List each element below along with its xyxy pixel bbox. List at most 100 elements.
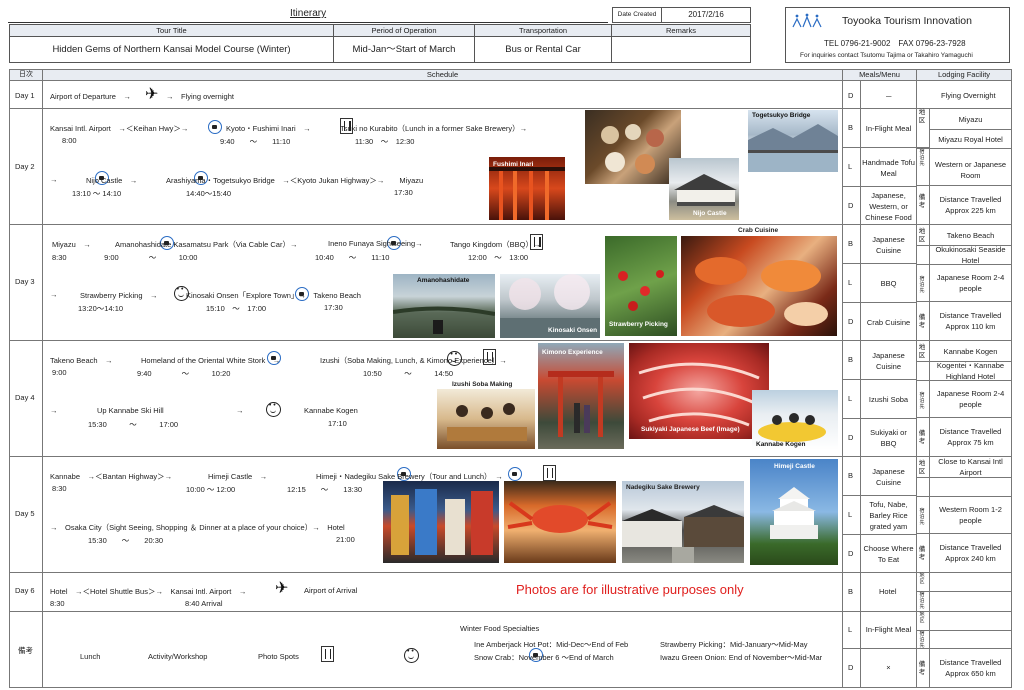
lodging-tag: 宿泊先	[916, 630, 930, 649]
photo-caption: Kinosaki Onsen	[548, 327, 598, 334]
lodging-tag: 地区	[916, 611, 930, 631]
lodging-tag: 地区	[916, 340, 930, 362]
day3-time2a: 13:20～14:10	[78, 304, 124, 313]
photo-strawberry-picking: Strawberry Picking	[605, 236, 677, 336]
sched-frame-day1	[42, 80, 843, 109]
period-value: Mid-Jan～Start of March	[333, 36, 475, 63]
day5-time2a: 15:30 ～ 20:30	[88, 536, 164, 545]
legend-lunch: Lunch	[80, 652, 101, 661]
day2-label: Day 2	[15, 162, 35, 171]
lodging-tag-area: 地区	[916, 108, 930, 148]
photo-amanohashidate: Amanohashidate	[393, 274, 495, 338]
day2-time2c: 17:30	[394, 188, 413, 197]
meal-text: In-Flight Meal	[865, 124, 912, 133]
day4-line1b: Homeland of the Oriental White Stork →	[141, 356, 281, 365]
lodging-text: Japanese Room 2-4 people	[936, 273, 1005, 293]
lodging-area: Close to Kansai Intl Airport	[929, 456, 1012, 478]
day5-line1b: Himeji Castle →	[208, 472, 268, 481]
lodging-tag: 地区	[916, 456, 930, 478]
food-item-1: Ine Amberjack Hot Pot：Mid-Dec～End of Feb	[474, 640, 629, 649]
lodging-empty	[929, 572, 1012, 592]
lodging-note: Distance Travelled Approx 75 km	[929, 417, 1012, 457]
meal-cell: Japanese Cuisine	[860, 456, 917, 496]
lodging-text: Distance Travelled Approx 650 km	[939, 658, 1002, 678]
day4-time1a: 9:00	[52, 368, 67, 377]
photo-sukiyaki-beef: Sukiyaki Japanese Beef (Image)	[629, 343, 769, 439]
meal-cell: Tofu, Nabe, Barley Rice grated yam	[860, 495, 917, 535]
lodging-tag: 備考	[916, 648, 930, 688]
lodging-tag: 地区	[916, 224, 930, 246]
meal-text: In-Flight Meal	[865, 625, 912, 634]
legend-photo: Photo Spots	[258, 652, 299, 661]
photo-caption: Kannabe Kogen	[756, 441, 806, 448]
photo-caption: Togetsukyo Bridge	[752, 112, 811, 119]
day2-line2b: Nijo Castle →	[86, 176, 138, 185]
day1-depart: Airport of Departure →	[50, 92, 131, 101]
meal-code: D	[848, 317, 854, 326]
day3-line2b: Strawberry Picking →	[80, 291, 158, 300]
meal-text: Japanese, Western, or Chinese Food	[865, 190, 912, 222]
day3-line1a: Miyazu →	[52, 240, 91, 249]
photo-caption: Strawberry Picking	[609, 321, 668, 328]
photo-crab-cuisine	[681, 236, 837, 336]
day4-label: Day 4	[15, 393, 35, 402]
lodging-hotel: Kogentei・Kannabe Highland Hotel	[929, 361, 1012, 381]
lodging-hotel-day2: Miyazu Royal Hotel	[929, 129, 1012, 149]
day5-time1a: 8:30	[52, 484, 67, 493]
company-box: Toyooka Tourism Innovation TEL 0796-21-9…	[785, 7, 1010, 63]
meal-code: L	[848, 510, 853, 519]
meal-text: B	[848, 587, 854, 596]
lodging-tag: 備考	[916, 301, 930, 341]
lodging-note-day2: Distance Travelled Approx 225 km	[929, 185, 1012, 225]
lodging-room: Western Room 1-2 people	[929, 496, 1012, 534]
meal-code-cell: B	[842, 224, 861, 264]
meal-cell: ×	[860, 648, 917, 688]
meal-code: D	[848, 549, 854, 558]
day3-line1b: Amanohashidate Kasamatsu Park（Via Cable …	[115, 240, 298, 249]
day4-line1c: Izushi（Soba Making, Lunch, & Kimono Expe…	[320, 356, 507, 365]
meal-text: Japanese Cuisine	[872, 234, 905, 255]
day5-line1a: Kannabe →＜Bantan Highway＞→	[50, 472, 173, 481]
meal-cell: In-Flight Meal	[860, 108, 917, 148]
meal-cell: Sukiyaki or BBQ	[860, 418, 917, 457]
lodging-room: Japanese Room 2-4 people	[929, 264, 1012, 302]
day2-time1c: 11:30 ～ 12:30	[355, 137, 415, 146]
lodging-text: Japanese Room 2-4 people	[936, 389, 1005, 409]
photo-osaka-dotonbori	[383, 481, 499, 563]
day2-time2b: 14:40～15:40	[186, 189, 232, 198]
lodging-empty	[929, 591, 1012, 612]
day4-line2d: Kannabe Kogen	[304, 406, 358, 415]
day4-line1a: Takeno Beach →	[50, 356, 113, 365]
meal-cell: Crab Cuisine	[860, 302, 917, 341]
day6-time1a: 8:30	[50, 599, 65, 608]
day1-overnight: → Flying overnight	[166, 92, 234, 101]
meal-text: ×	[886, 663, 891, 672]
photo-himeji-castle: Himeji Castle	[750, 459, 838, 565]
photo-kani-doraku	[504, 481, 616, 563]
meal-code: L	[848, 394, 853, 403]
day5-line2: → Osaka City（Sight Seeing, Shopping ＆ Di…	[50, 523, 345, 532]
day1-label: Day 1	[15, 91, 35, 100]
photo-caption: Amanohashidate	[417, 277, 470, 284]
company-inquiries: For inquiries contact Tsutomu Tajima or …	[800, 52, 973, 59]
day2-line2c: Arashiyama・Togetsukyo Bridge →＜Kyoto Juk…	[166, 176, 424, 185]
meal-code-cell: D	[842, 302, 861, 341]
meal-code: B	[848, 239, 854, 248]
meal-code-cell: D	[842, 418, 861, 457]
day5-time2b: 21:00	[336, 535, 355, 544]
meal-text: Tofu, Nabe, Barley Rice grated yam	[869, 500, 908, 531]
lodging-day1: Flying Overnight	[916, 80, 1012, 109]
day2-line1b: Kyoto・Fushimi Inari →	[226, 124, 311, 133]
lodging-hotel: Okukinosaki Seaside Hotel	[929, 245, 1012, 265]
meal-cell: Handmade Tofu Meal	[860, 147, 917, 187]
meal-text: Choose Where To Eat	[863, 544, 914, 564]
lodging-tag-note: 備考	[916, 185, 930, 225]
day4-time1c: 10:50 ～ 14:50	[363, 369, 454, 378]
day5-label: Day 5	[15, 509, 35, 518]
photo-nadegiku-brewery	[622, 481, 744, 563]
lodging-area-day2: Miyazu	[929, 108, 1012, 130]
lodging-tag: 宿泊先	[916, 264, 930, 302]
airplane-icon: ✈	[275, 580, 289, 597]
photo-izushi-soba	[437, 389, 535, 449]
photo-kannabe-kogen: Kannabe Kogen	[752, 390, 838, 450]
